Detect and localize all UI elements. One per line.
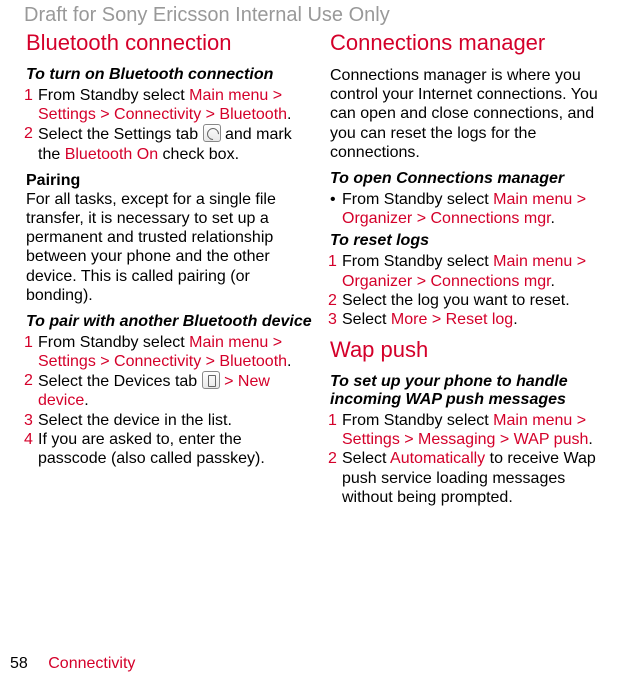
wap-title: Wap push [330, 337, 618, 363]
pair-step-4: 4 If you are asked to, enter the passcod… [26, 430, 314, 468]
pairing-text: For all tasks, except for a single file … [26, 190, 314, 305]
bluetooth-on-text: Bluetooth On [65, 146, 158, 163]
chapter-name: Connectivity [48, 655, 135, 672]
step-num: 2 [328, 449, 337, 468]
step-text: Select the device in the list. [38, 412, 232, 429]
phone-icon [202, 371, 220, 389]
step-num: 4 [24, 430, 33, 449]
pairing-title: Pairing [26, 172, 314, 190]
bluetooth-title: Bluetooth connection [26, 30, 314, 56]
step-text: From Standby select [38, 334, 189, 351]
step-text: Select [342, 311, 391, 328]
step-post: check box. [158, 146, 239, 163]
step-1: 1 From Standby select Main menu > Settin… [26, 86, 314, 124]
reset-step-2: 2 Select the log you want to reset. [330, 291, 618, 310]
step-post: . [513, 311, 517, 328]
step-text: Select the Settings tab [38, 126, 203, 143]
pair-step-2: 2 Select the Devices tab > New device. [26, 371, 314, 410]
bullet-pre: From Standby select [342, 191, 493, 208]
wrench-icon [203, 124, 221, 142]
step-post: . [287, 353, 291, 370]
cm-title: Connections manager [330, 30, 618, 56]
page-footer: 58 Connectivity [10, 655, 135, 673]
turnon-heading: To turn on Bluetooth connection [26, 66, 314, 84]
step-text: From Standby select [342, 412, 493, 429]
cm-open-bullet: • From Standby select Main menu > Organi… [330, 190, 618, 228]
step-num: 2 [24, 371, 33, 390]
step-num: 1 [328, 252, 337, 271]
step-text: From Standby select [342, 253, 493, 270]
bullet-icon: • [330, 190, 336, 209]
step-num: 1 [328, 411, 337, 430]
step-post: . [287, 106, 291, 123]
reset-log-text: More > Reset log [391, 311, 513, 328]
step-post: . [551, 273, 555, 290]
cm-intro: Connections manager is where you control… [330, 66, 618, 162]
step-num: 3 [24, 411, 33, 430]
step-text: If you are asked to, enter the passcode … [38, 431, 265, 467]
step-text: Select the Devices tab [38, 373, 202, 390]
step-num: 2 [328, 291, 337, 310]
wap-heading: To set up your phone to handle incoming … [330, 373, 618, 409]
content-columns: Bluetooth connection To turn on Bluetoot… [10, 30, 626, 507]
page-number: 58 [10, 655, 28, 672]
wap-step-1: 1 From Standby select Main menu > Settin… [330, 411, 618, 449]
step-text: From Standby select [38, 87, 189, 104]
step-post: . [588, 431, 592, 448]
pair-step-1: 1 From Standby select Main menu > Settin… [26, 333, 314, 371]
step-num: 3 [328, 310, 337, 329]
step-num: 1 [24, 333, 33, 352]
step-text: Select the log you want to reset. [342, 292, 570, 309]
bullet-post: . [551, 210, 555, 227]
step-num: 2 [24, 124, 33, 143]
wap-step-2: 2 Select Automatically to receive Wap pu… [330, 449, 618, 507]
reset-step-3: 3 Select More > Reset log. [330, 310, 618, 329]
step-text: Select [342, 450, 390, 467]
left-column: Bluetooth connection To turn on Bluetoot… [10, 30, 314, 507]
step-num: 1 [24, 86, 33, 105]
pair-step-3: 3 Select the device in the list. [26, 411, 314, 430]
cm-reset-heading: To reset logs [330, 232, 618, 250]
automatically-text: Automatically [390, 450, 485, 467]
reset-step-1: 1 From Standby select Main menu > Organi… [330, 252, 618, 290]
cm-open-heading: To open Connections manager [330, 170, 618, 188]
step-2: 2 Select the Settings tab and mark the B… [26, 124, 314, 163]
watermark-text: Draft for Sony Ericsson Internal Use Onl… [24, 4, 390, 27]
pair-heading: To pair with another Bluetooth device [26, 313, 314, 331]
step-post: . [84, 392, 88, 409]
right-column: Connections manager Connections manager … [330, 30, 626, 507]
